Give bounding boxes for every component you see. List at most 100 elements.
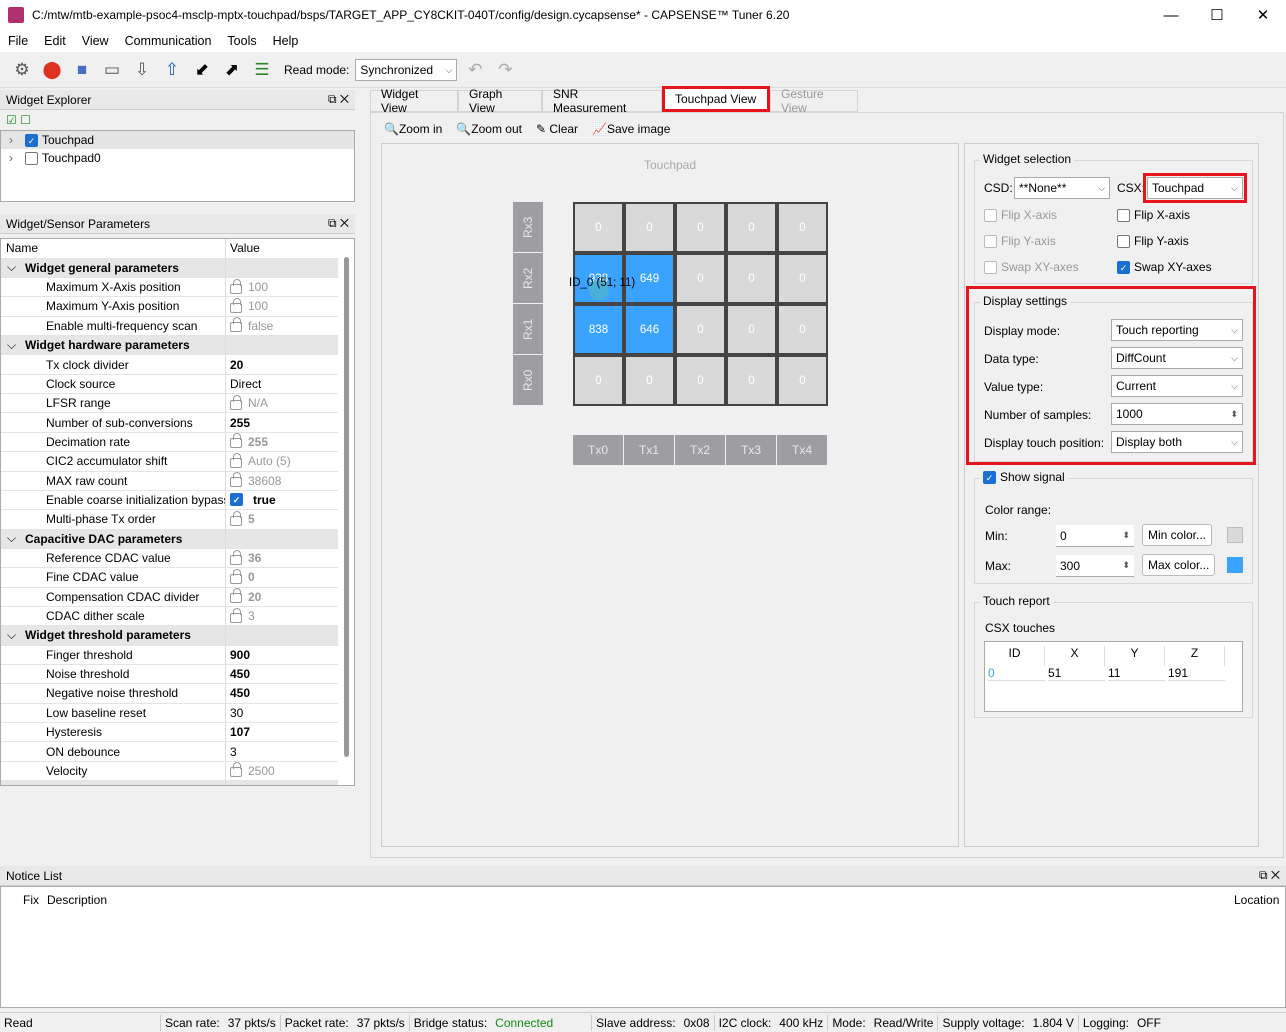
sensor-cell[interactable]: 0 (726, 304, 777, 355)
csx-swap-checkbox[interactable]: ✓ Swap XY-axes (1117, 260, 1212, 275)
sensor-cell[interactable]: 0 (777, 202, 828, 253)
chevron-down-icon[interactable]: ⌵ (7, 260, 25, 275)
sensor-cell[interactable]: 646 (624, 304, 675, 355)
max-color-button[interactable]: Max color... (1142, 554, 1216, 576)
tab-snr-measurement[interactable]: SNR Measurement (542, 87, 662, 115)
menu-edit[interactable]: Edit (36, 34, 74, 48)
touchpad-canvas[interactable]: Touchpad Rx3 Rx2 Rx1 Rx0 Tx0 Tx1 Tx2 Tx3 Tx4 0 0 0 0… (381, 143, 959, 847)
sensor-cell[interactable]: 0 (777, 253, 828, 304)
expand-chevron-icon[interactable]: › (9, 133, 25, 147)
close-window-button[interactable]: ✕ (1240, 0, 1286, 30)
parameter-row[interactable]: Compensation CDAC divider 20 (1, 587, 338, 607)
sensor-cell[interactable]: 0 (675, 355, 726, 406)
max-spinbox[interactable]: 300 ⬍ (1056, 555, 1134, 577)
parameter-row[interactable]: Hysteresis 107 (1, 722, 338, 743)
parameter-row[interactable]: Decimation rate 255 (1, 432, 338, 453)
chevron-down-icon[interactable]: ⌵ (7, 531, 25, 546)
csd-swap-checkbox[interactable]: Swap XY-axes (984, 260, 1079, 275)
parameter-value[interactable]: 20 (226, 358, 243, 372)
sensor-cell[interactable]: 0 (624, 202, 675, 253)
csx-flip-y-checkbox[interactable]: Flip Y-axis (1117, 234, 1189, 249)
parameter-row[interactable]: Low baseline reset 30 (1, 703, 338, 724)
import-icon[interactable]: ⬋ (190, 58, 214, 82)
sensor-cell[interactable]: 0 (573, 355, 624, 406)
parameter-row[interactable]: Clock source Direct (1, 374, 338, 395)
export-icon[interactable]: ⬈ (220, 58, 244, 82)
tab-graph-view[interactable]: Graph View (458, 87, 542, 115)
parameter-value[interactable]: 450 (226, 686, 250, 700)
parameter-value[interactable]: ✓ true (226, 493, 276, 507)
tab-touchpad-view[interactable]: Touchpad View (662, 86, 770, 112)
csd-flip-x-checkbox[interactable]: Flip X-axis (984, 208, 1057, 223)
float-close-icons[interactable]: ⧉ ✕ (1259, 868, 1280, 883)
checkbox[interactable]: ✓ (25, 133, 38, 147)
parameter-row[interactable]: Number of sub-conversions 255 (1, 413, 338, 433)
save-image-button[interactable]: 📈Save image (592, 122, 670, 136)
parameter-row[interactable]: Finger threshold 900 (1, 645, 338, 665)
parameter-value[interactable]: 255 (226, 433, 268, 449)
parameter-row[interactable]: MAX raw count 38608 (1, 471, 338, 491)
float-close-icons[interactable]: ⧉ ✕ (328, 92, 349, 107)
disconnect-icon[interactable]: ⬤ (40, 58, 64, 82)
menu-help[interactable]: Help (265, 34, 307, 48)
sensor-cell[interactable]: 0 (573, 202, 624, 253)
expand-chevron-icon[interactable]: › (9, 151, 25, 165)
parameter-value[interactable]: N/A (226, 394, 268, 410)
float-close-icons[interactable]: ⧉ ✕ (328, 216, 349, 231)
parameter-value[interactable]: 900 (226, 648, 250, 662)
settings-gear-icon[interactable]: ⚙ (10, 58, 34, 82)
parameter-row[interactable]: Enable coarse initialization bypass ✓ true (1, 490, 338, 511)
checkbox[interactable]: ✓ (230, 493, 243, 507)
menu-file[interactable]: File (0, 34, 36, 48)
parameter-group[interactable]: ⌵ Capacitive DAC parameters (1, 529, 338, 549)
zoom-in-button[interactable]: 🔍Zoom in (384, 122, 442, 136)
sensor-cell[interactable]: 0 (675, 202, 726, 253)
sensor-cell[interactable]: 0 (777, 355, 828, 406)
menu-communication[interactable]: Communication (117, 34, 220, 48)
sensor-cell[interactable]: 0 (675, 253, 726, 304)
csd-flip-y-checkbox[interactable]: Flip Y-axis (984, 234, 1056, 249)
checkbox[interactable] (25, 151, 38, 165)
sensor-cell[interactable]: 0 (675, 304, 726, 355)
parameter-group[interactable]: ⌵ Widget threshold parameters (1, 626, 338, 646)
stop-icon[interactable]: ■ (70, 58, 94, 82)
parameter-row[interactable]: LFSR range N/A (1, 393, 338, 414)
parameter-row[interactable]: Maximum Y-Axis position 100 (1, 297, 338, 317)
zoom-out-button[interactable]: 🔍Zoom out (456, 122, 522, 136)
tree-item[interactable]: › Touchpad0 (1, 149, 354, 167)
minimize-button[interactable]: — (1148, 0, 1194, 30)
check-all-icons[interactable]: ☑ ☐ (0, 110, 355, 130)
parameter-value[interactable]: 36 (226, 549, 261, 565)
tab-widget-view[interactable]: Widget View (370, 87, 458, 115)
parameter-row[interactable]: Maximum X-Axis position 100 (1, 277, 338, 298)
maximize-button[interactable]: ☐ (1194, 0, 1240, 30)
parameter-row[interactable]: Tx clock divider 20 (1, 355, 338, 375)
parameter-value[interactable]: 100 (226, 297, 268, 313)
parameter-value[interactable]: 100 (226, 278, 268, 294)
chevron-down-icon[interactable]: ⌵ (7, 628, 25, 643)
csx-flip-x-checkbox[interactable]: Flip X-axis (1117, 208, 1190, 223)
parameter-row[interactable]: Fine CDAC value 0 (1, 568, 338, 588)
parameter-value[interactable]: 3 (226, 607, 255, 623)
parameter-row[interactable]: CIC2 accumulator shift Auto (5) (1, 452, 338, 472)
read-mode-select[interactable]: Synchronized ⌵ (355, 59, 458, 81)
parameter-row[interactable]: CDAC dither scale 3 (1, 606, 338, 627)
parameter-value[interactable]: 38608 (226, 472, 281, 488)
parameter-group[interactable]: ⌵ Widget hardware parameters (1, 335, 338, 356)
upload-icon[interactable]: ⇧ (160, 58, 184, 82)
parameter-row[interactable]: Negative noise threshold 450 (1, 684, 338, 704)
sensor-cell[interactable]: 838 (573, 304, 624, 355)
clear-button[interactable]: ✎ Clear (536, 122, 578, 136)
log-icon[interactable]: ☰ (250, 58, 274, 82)
scrollbar[interactable] (344, 257, 349, 757)
chevron-down-icon[interactable]: ⌵ (7, 338, 25, 353)
chevron-right-icon[interactable]: › (7, 783, 25, 785)
parameter-row[interactable]: Velocity 2500 (1, 761, 338, 782)
show-signal-checkbox[interactable]: ✓ Show signal (980, 470, 1068, 485)
parameter-value[interactable]: 107 (226, 725, 250, 739)
parameter-value[interactable]: 20 (226, 588, 261, 604)
parameter-value[interactable]: Auto (5) (226, 452, 291, 468)
tab-gesture-view[interactable]: Gesture View (770, 87, 858, 115)
sensor-cell[interactable]: 0 (624, 355, 675, 406)
parameter-group[interactable]: ⌵ Widget general parameters (1, 258, 338, 278)
